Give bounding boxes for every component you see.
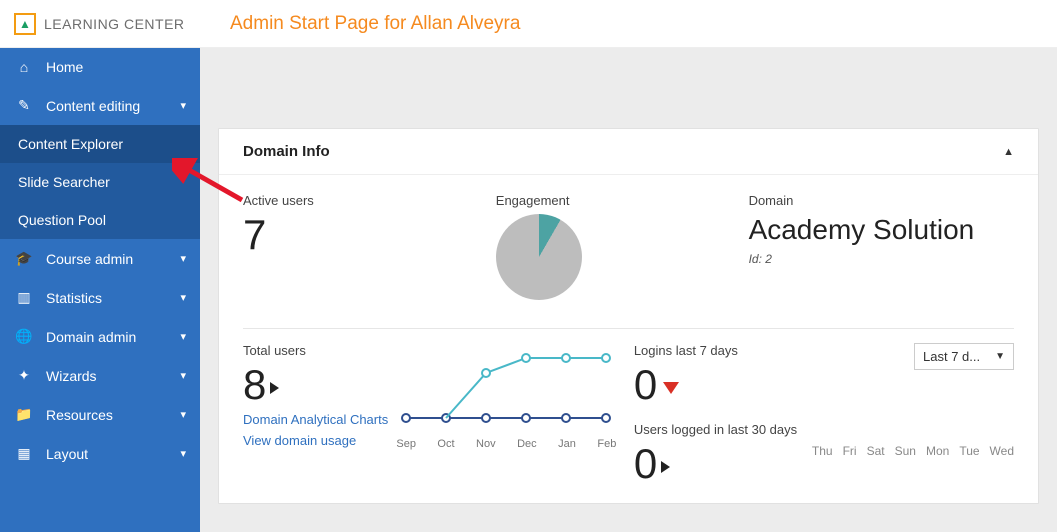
chevron-down-icon: ▾ <box>180 408 186 421</box>
logins7-value: 0 <box>634 364 812 406</box>
chevron-down-icon: ▾ <box>180 330 186 343</box>
trend-down-icon <box>663 382 679 394</box>
chevron-down-icon: ▾ <box>180 447 186 460</box>
sidebar-item-label: Resources <box>46 407 180 423</box>
logins7-label: Logins last 7 days <box>634 343 812 358</box>
collapse-icon[interactable]: ▲ <box>1003 146 1014 158</box>
logins7-number: 0 <box>634 361 657 408</box>
x-label: Nov <box>476 438 496 450</box>
engagement-pie-chart <box>496 214 582 300</box>
layout-icon: ▦ <box>14 445 34 462</box>
app-header: ▲ LEARNING CENTER Admin Start Page for A… <box>0 0 1057 48</box>
sidebar-item-question-pool[interactable]: Question Pool <box>0 201 200 239</box>
users30-value: 0 <box>634 443 812 485</box>
sidebar-item-home[interactable]: ⌂ Home <box>0 48 200 86</box>
x-label: Jan <box>558 438 576 450</box>
main-content: Domain Info ▲ Active users 7 Engagement … <box>200 48 1057 532</box>
sidebar-item-label: Question Pool <box>18 212 186 228</box>
sidebar-item-course-admin[interactable]: 🎓 Course admin ▾ <box>0 239 200 278</box>
caret-right-icon[interactable] <box>270 382 279 394</box>
total-users-value: 8 <box>243 364 396 406</box>
weekday: Mon <box>926 444 949 458</box>
edit-icon: ✎ <box>14 97 34 114</box>
chevron-down-icon: ▾ <box>180 99 186 112</box>
card-header[interactable]: Domain Info ▲ <box>219 129 1038 175</box>
sidebar-item-wizards[interactable]: ✦ Wizards ▾ <box>0 356 200 395</box>
graduation-icon: 🎓 <box>14 250 34 267</box>
active-users-value: 7 <box>243 214 496 256</box>
card-title: Domain Info <box>243 143 330 160</box>
active-users-label: Active users <box>243 193 496 208</box>
bar-chart-icon: ▥ <box>14 289 34 306</box>
sidebar-item-domain-admin[interactable]: 🌐 Domain admin ▾ <box>0 317 200 356</box>
domain-name: Academy Solution <box>749 214 1014 246</box>
weekday: Thu <box>812 444 833 458</box>
chart-x-labels: Sep Oct Nov Dec Jan Feb <box>396 438 616 450</box>
caret-right-icon[interactable] <box>661 461 670 473</box>
brand: ▲ LEARNING CENTER <box>0 13 200 35</box>
total-users-label: Total users <box>243 343 396 358</box>
domain-info-card: Domain Info ▲ Active users 7 Engagement … <box>218 128 1039 504</box>
total-users-block: Total users 8 Domain Analytical Charts V… <box>243 343 396 485</box>
x-label: Oct <box>437 438 454 450</box>
sidebar-item-statistics[interactable]: ▥ Statistics ▾ <box>0 278 200 317</box>
sidebar-item-content-editing[interactable]: ✎ Content editing ▾ <box>0 86 200 125</box>
globe-icon: 🌐 <box>14 328 34 345</box>
brand-name: LEARNING CENTER <box>44 16 185 32</box>
sidebar-item-layout[interactable]: ▦ Layout ▾ <box>0 434 200 473</box>
domain-block: Domain Academy Solution Id: 2 <box>749 193 1014 300</box>
page-title: Admin Start Page for Allan Alveyra <box>230 13 520 35</box>
sidebar-item-label: Layout <box>46 446 180 462</box>
sidebar-item-label: Content editing <box>46 98 180 114</box>
engagement-block: Engagement <box>496 193 749 300</box>
brand-icon: ▲ <box>14 13 36 35</box>
sidebar-item-content-explorer[interactable]: Content Explorer <box>0 125 200 163</box>
weekday-labels: Thu Fri Sat Sun Mon Tue Wed <box>812 444 1014 458</box>
sidebar-item-label: Slide Searcher <box>18 174 186 190</box>
range-select[interactable]: Last 7 d... ▼ <box>914 343 1014 370</box>
domain-analytical-link[interactable]: Domain Analytical Charts <box>243 412 396 427</box>
sidebar-item-resources[interactable]: 📁 Resources ▾ <box>0 395 200 434</box>
dropdown-icon: ▼ <box>995 351 1005 362</box>
range-select-label: Last 7 d... <box>923 349 980 364</box>
x-label: Dec <box>517 438 537 450</box>
engagement-label: Engagement <box>496 193 749 208</box>
chevron-down-icon: ▾ <box>180 291 186 304</box>
sidebar-item-label: Course admin <box>46 251 180 267</box>
sidebar-item-label: Domain admin <box>46 329 180 345</box>
weekday: Tue <box>959 444 979 458</box>
domain-label: Domain <box>749 193 1014 208</box>
sidebar-item-slide-searcher[interactable]: Slide Searcher <box>0 163 200 201</box>
weekday: Sat <box>867 444 885 458</box>
weekday: Wed <box>990 444 1014 458</box>
users30-number: 0 <box>634 440 657 487</box>
weekday: Fri <box>843 444 857 458</box>
active-users-block: Active users 7 <box>243 193 496 300</box>
chevron-down-icon: ▾ <box>180 369 186 382</box>
x-label: Sep <box>396 438 416 450</box>
x-label: Feb <box>597 438 616 450</box>
home-icon: ⌂ <box>14 59 34 75</box>
sidebar-item-label: Wizards <box>46 368 180 384</box>
folder-icon: 📁 <box>14 406 34 423</box>
range-block: Last 7 d... ▼ Thu Fri Sat Sun Mon Tue <box>812 343 1014 485</box>
sidebar-item-label: Statistics <box>46 290 180 306</box>
weekday: Sun <box>895 444 916 458</box>
sidebar-item-label: Content Explorer <box>18 136 186 152</box>
domain-id: Id: 2 <box>749 252 1014 266</box>
line-chart-svg <box>396 343 616 433</box>
users30-label: Users logged in last 30 days <box>634 422 812 437</box>
sidebar: ⌂ Home ✎ Content editing ▾ Content Explo… <box>0 48 200 532</box>
chevron-down-icon: ▾ <box>180 252 186 265</box>
logins-block: Logins last 7 days 0 Users logged in las… <box>634 343 812 485</box>
total-users-number: 8 <box>243 361 266 408</box>
sidebar-item-label: Home <box>46 59 186 75</box>
wand-icon: ✦ <box>14 367 34 384</box>
total-users-chart: Sep Oct Nov Dec Jan Feb <box>396 343 633 485</box>
view-domain-usage-link[interactable]: View domain usage <box>243 433 396 448</box>
